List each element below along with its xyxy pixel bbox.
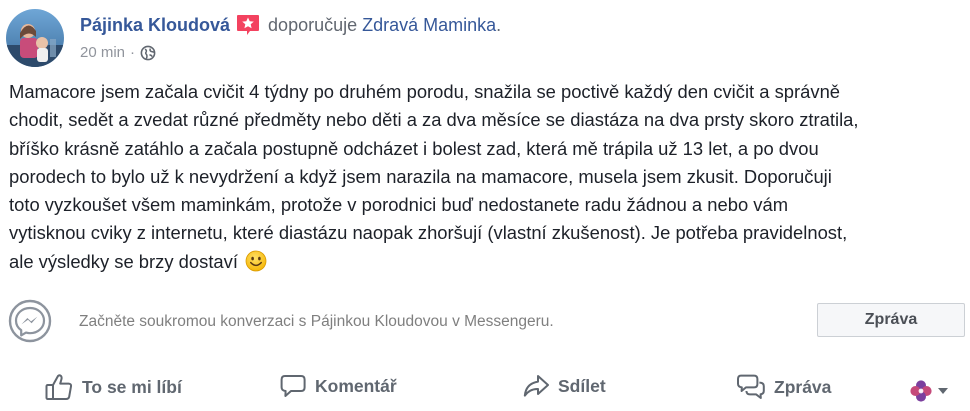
post-text-line: toto vyzkoušet všem maminkám, protože v … [9,194,789,216]
comment-label: Komentář [315,375,397,396]
messenger-prompt[interactable]: Začněte soukromou konverzaci s Pájinkou … [79,313,554,331]
avatar-photo [6,9,64,67]
send-message-button-label: Zpráva [864,311,918,328]
recommendation-post: Pájinka Kloudová doporučuje Zdravá Mamin… [0,0,970,411]
recommends-label: doporučuje [268,14,358,35]
post-meta: 20 min · [80,44,156,61]
post-text-line: ale výsledky se brzy dostaví [9,250,238,272]
post-text-line: Mamacore jsem začala cvičit 4 týdny po d… [9,81,841,102]
thumbs-up-icon [45,374,73,400]
smiley-emoji-icon [245,250,267,272]
globe-icon[interactable] [140,45,156,61]
like-label: To se mi líbí [82,376,182,397]
reactions-selector[interactable] [909,379,953,403]
post-timestamp[interactable]: 20 min [80,44,125,61]
star-badge-icon [236,14,260,36]
share-label: Sdílet [558,375,606,396]
share-button[interactable]: Sdílet [522,373,606,399]
messenger-bar: Začněte soukromou konverzaci s Pájinkou … [0,297,970,349]
post-text-line: porodech to bylo už k nevydržení a když … [9,165,832,187]
post-action-bar: To se mi líbí Komentář Sdílet Zpráva [0,365,970,411]
like-button[interactable]: To se mi líbí [44,373,182,401]
meta-separator: · [130,44,136,61]
comment-icon [280,375,306,397]
post-header: Pájinka Kloudová doporučuje Zdravá Mamin… [80,12,501,38]
message-label: Zpráva [774,376,832,397]
share-icon [523,375,549,397]
author-name[interactable]: Pájinka Kloudová [80,15,230,36]
post-text-line: bříško krásně zatáhlo a začala postupně … [9,137,819,159]
reactions-flower-icon [910,380,932,402]
post-text-line: vytisknou cviky z internetu, které diast… [9,222,848,244]
message-button[interactable]: Zpráva [736,373,831,401]
header-period: . [496,14,502,35]
caret-down-icon [938,388,948,394]
comment-button[interactable]: Komentář [279,373,397,399]
messenger-icon[interactable] [8,299,52,343]
post-text-line: chodit, sedět a zvedat různé předměty ne… [9,109,859,131]
message-icon [737,374,765,399]
post-text-last-line: ale výsledky se brzy dostaví [9,248,967,276]
post-text: Mamacore jsem začala cvičit 4 týdny po d… [9,78,967,276]
page-link[interactable]: Zdravá Maminka [362,15,496,36]
author-avatar[interactable] [6,9,64,67]
send-message-button[interactable]: Zpráva [817,303,965,337]
